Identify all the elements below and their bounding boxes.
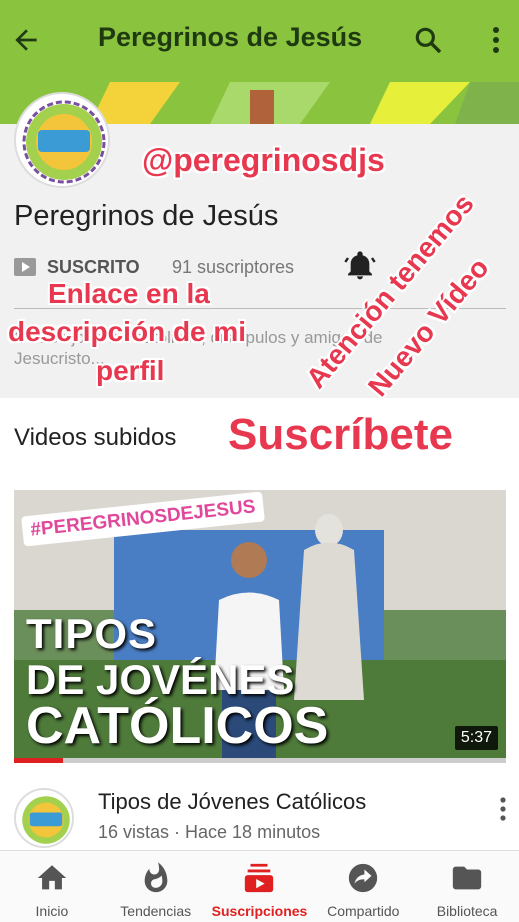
app-bar: Peregrinos de Jesús bbox=[0, 0, 519, 82]
thumb-text-line3: CATÓLICOS bbox=[26, 697, 329, 755]
video-title[interactable]: Tipos de Jóvenes Católicos bbox=[98, 789, 366, 815]
video-channel-avatar[interactable] bbox=[14, 788, 74, 848]
nav-suscripciones[interactable]: Suscripciones bbox=[208, 851, 312, 922]
arrow-back-icon[interactable] bbox=[10, 24, 42, 56]
nav-label: Inicio bbox=[35, 903, 69, 919]
nav-inicio[interactable]: Inicio bbox=[0, 851, 104, 922]
nav-label: Tendencias bbox=[120, 903, 192, 919]
overlay-link-line1: Enlace en la bbox=[48, 278, 210, 309]
video-thumbnail[interactable]: #PEREGRINOSDEJESUS TIPOS DE JOVÉNES CATÓ… bbox=[14, 490, 506, 762]
nav-label: Biblioteca bbox=[436, 903, 498, 919]
nav-compartido[interactable]: Compartido bbox=[311, 851, 415, 922]
thumb-text-line1: TIPOS bbox=[26, 610, 158, 657]
overlay-subscribe: Suscríbete bbox=[228, 410, 453, 459]
nav-label: Compartido bbox=[327, 903, 400, 919]
nav-label: Suscripciones bbox=[211, 903, 308, 919]
more-vert-icon[interactable] bbox=[484, 24, 508, 56]
watch-progress-bar bbox=[14, 758, 506, 763]
section-title: Videos subidos bbox=[14, 424, 177, 451]
video-meta: 16 vistas · Hace 18 minutos bbox=[98, 822, 321, 842]
folder-icon bbox=[452, 866, 482, 890]
home-icon bbox=[37, 865, 67, 890]
search-icon[interactable] bbox=[412, 24, 444, 56]
subscribed-icon[interactable] bbox=[14, 258, 36, 276]
video-duration: 5:37 bbox=[454, 726, 498, 750]
bottom-navigation: Inicio Tendencias Suscripciones Comparti… bbox=[0, 850, 519, 922]
overlay-link-line3: perfil bbox=[96, 355, 165, 386]
overlay-handle: @peregrinosdjs bbox=[142, 142, 385, 178]
statue-illustration bbox=[294, 514, 364, 700]
share-icon bbox=[349, 863, 378, 893]
subscriber-count: 91 suscriptores bbox=[172, 257, 295, 277]
video-more-icon[interactable] bbox=[496, 796, 510, 822]
nav-biblioteca[interactable]: Biblioteca bbox=[415, 851, 519, 922]
channel-avatar[interactable] bbox=[14, 92, 110, 188]
flame-icon bbox=[144, 862, 168, 893]
subscribe-status-button[interactable]: SUSCRITO bbox=[47, 257, 140, 278]
channel-name: Peregrinos de Jesús bbox=[14, 200, 279, 232]
app-bar-title: Peregrinos de Jesús bbox=[98, 22, 363, 52]
nav-tendencias[interactable]: Tendencias bbox=[104, 851, 208, 922]
watch-progress-fill bbox=[14, 758, 64, 763]
channel-logo bbox=[18, 96, 108, 186]
subscriptions-icon bbox=[245, 863, 274, 893]
bell-icon[interactable] bbox=[344, 250, 376, 282]
overlay-link-line2: descripción de mi bbox=[8, 316, 247, 347]
channel-logo-small bbox=[17, 791, 72, 846]
